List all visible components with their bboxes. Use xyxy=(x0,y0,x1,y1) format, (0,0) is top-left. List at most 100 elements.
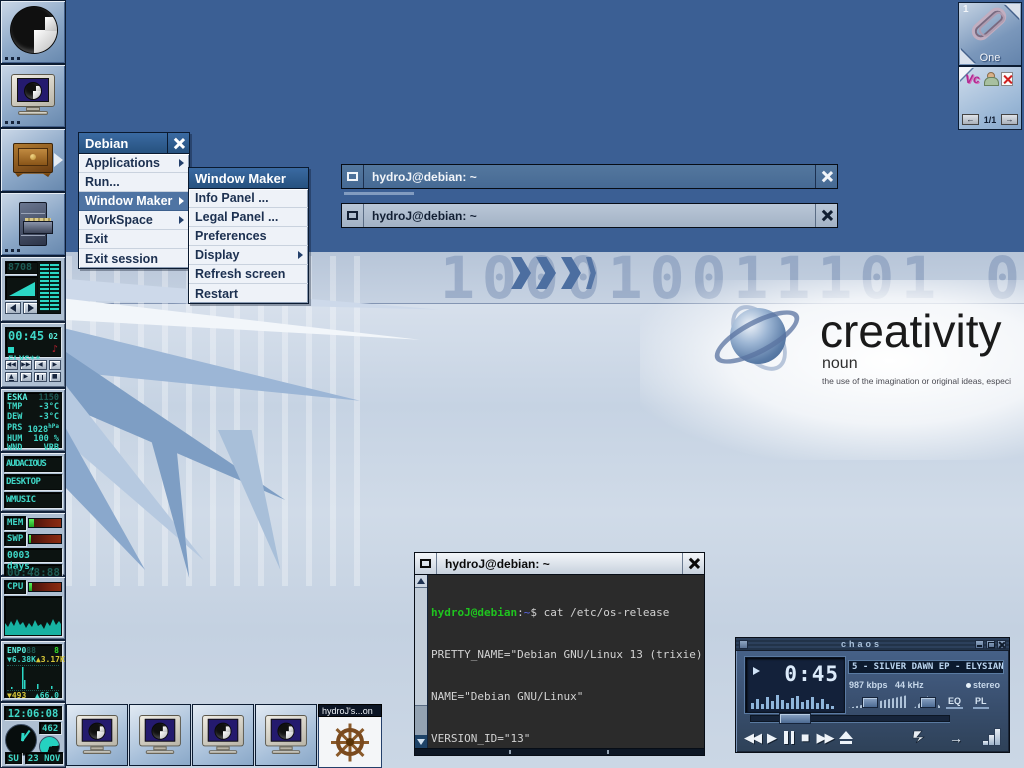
balance-thumb[interactable] xyxy=(920,697,936,708)
close-button[interactable] xyxy=(815,204,837,227)
dockapp-lcd3[interactable]: AUDACIOUS DESKTOP WMUSIC xyxy=(0,452,66,512)
dock-tile-drawer[interactable] xyxy=(0,128,66,192)
root-menu: Debian Applications Run... Window Maker … xyxy=(78,132,190,269)
dock-tile-terminal[interactable] xyxy=(0,64,66,128)
play-button[interactable]: ▶ xyxy=(767,731,777,744)
ship-wheel-icon xyxy=(330,722,370,762)
mini-terminal-icon[interactable] xyxy=(255,704,317,766)
swap-meter xyxy=(28,534,62,544)
arrow-up-icon xyxy=(417,578,425,584)
terminal-body[interactable]: hydroJ@debian:~$ cat /etc/os-release PRE… xyxy=(414,575,705,749)
music-next-button[interactable]: ▶▶ xyxy=(20,360,33,370)
mini-terminal-icon[interactable] xyxy=(192,704,254,766)
music-pause-button[interactable] xyxy=(34,372,47,382)
menu-item-info-panel[interactable]: Info Panel ... xyxy=(189,189,308,208)
mini-terminal-icon[interactable] xyxy=(129,704,191,766)
mini-terminal-icon[interactable] xyxy=(66,704,128,766)
resize-grip-icon[interactable] xyxy=(979,728,1001,746)
media-player: chaos 0:45 5 - SILVER DAWN EP - ELYSIAN … xyxy=(735,637,1010,753)
player-minimize-button[interactable] xyxy=(975,640,984,649)
dockapp-clock[interactable]: 12:06:08 462 SU 23 NOV xyxy=(0,702,66,768)
volume-wedge-icon xyxy=(848,695,908,708)
pause-button[interactable] xyxy=(784,731,794,744)
scroll-up-button[interactable] xyxy=(415,575,427,588)
close-icon xyxy=(821,210,832,221)
menu-item-applications[interactable]: Applications xyxy=(79,154,189,173)
menu-item-display[interactable]: Display xyxy=(189,246,308,265)
mixer-prev-button[interactable] xyxy=(5,302,21,314)
mixer-vu-meter xyxy=(37,261,61,314)
previous-button[interactable]: ◀◀ xyxy=(744,731,760,744)
track-title-marquee[interactable]: 5 - SILVER DAWN EP - ELYSIAN FI xyxy=(848,660,1004,674)
music-rewind-button[interactable]: ◀ xyxy=(34,360,47,370)
workspace-clip[interactable]: 1 One xyxy=(958,2,1022,66)
dockapp-weather[interactable]: ESKA1150 TMP-3°C DEW-3°C PRS1028hPa HUM1… xyxy=(0,388,66,452)
equalizer-button[interactable]: EQ xyxy=(946,696,963,709)
scroll-down-button[interactable] xyxy=(415,735,427,748)
dockapp-net[interactable]: ENP088 8 ▼6.38K ▲3.17K ▼493 ▲66.0 xyxy=(0,640,66,702)
drawer-arrow-icon[interactable] xyxy=(54,153,63,167)
shaded-window-mid[interactable]: hydroJ@debian: ~ xyxy=(341,203,838,228)
player-display[interactable]: 0:45 xyxy=(745,657,845,713)
volume-thumb[interactable] xyxy=(862,697,878,708)
shaded-window-top[interactable]: hydroJ@debian: ~ xyxy=(341,164,838,189)
pager-next-button[interactable]: → xyxy=(1001,114,1018,125)
clip-next-arrow[interactable] xyxy=(1005,4,1020,19)
submenu-titlebar[interactable]: Window Maker xyxy=(189,168,308,189)
player-close-button[interactable] xyxy=(997,640,1006,649)
player-time: 0:45 xyxy=(784,662,839,686)
menu-item-exit[interactable]: Exit xyxy=(79,230,189,249)
dockapp-mixer[interactable]: 8708 xyxy=(0,256,66,322)
player-shade-button[interactable] xyxy=(986,640,995,649)
menu-item-workspace[interactable]: WorkSpace xyxy=(79,211,189,230)
player-titlebar[interactable]: chaos xyxy=(736,638,1009,651)
pager-prev-button[interactable]: ← xyxy=(962,114,979,125)
seek-thumb[interactable] xyxy=(779,713,811,724)
volume-wedge-icon xyxy=(9,282,35,296)
resize-bar[interactable] xyxy=(414,749,705,756)
player-menu-button[interactable] xyxy=(739,640,748,649)
dockapp-sysmon[interactable]: MEM SWP 0003 days, 00:48:88 xyxy=(0,512,66,576)
menu-item-exit-session[interactable]: Exit session xyxy=(79,249,189,268)
close-button[interactable] xyxy=(815,165,837,188)
dockapp-pager[interactable]: Vc ← 1/1 → xyxy=(958,66,1022,130)
volume-slider[interactable] xyxy=(848,695,908,709)
dock-tile-gnustep[interactable] xyxy=(0,0,66,64)
net-ghost: 88 xyxy=(26,646,36,655)
root-menu-titlebar[interactable]: Debian xyxy=(79,133,189,154)
music-play-button[interactable]: ▶ xyxy=(20,372,33,382)
window-maker-submenu: Window Maker Info Panel ... Legal Panel … xyxy=(188,167,309,304)
playlist-button[interactable]: PL xyxy=(973,696,989,709)
music-prev-button[interactable]: ◀◀ xyxy=(5,360,18,370)
close-icon xyxy=(688,558,699,569)
menu-item-window-maker[interactable]: Window Maker xyxy=(79,192,189,211)
menu-item-run[interactable]: Run... xyxy=(79,173,189,192)
terminal-scrollbar[interactable] xyxy=(415,575,428,748)
stop-button[interactable]: ■ xyxy=(801,729,809,745)
shuffle-button[interactable] xyxy=(911,730,927,744)
music-stop-button[interactable]: ■ xyxy=(49,372,62,382)
repeat-button[interactable]: → xyxy=(949,730,963,746)
eject-button[interactable] xyxy=(839,731,853,744)
dockapp-cpu[interactable]: CPU xyxy=(0,576,66,640)
menu-item-preferences[interactable]: Preferences xyxy=(189,227,308,246)
seek-bar[interactable] xyxy=(750,715,950,722)
wallpaper-globe xyxy=(716,298,796,378)
scrollbar-thumb[interactable] xyxy=(415,588,427,706)
music-eject-button[interactable]: ▲ xyxy=(5,372,18,382)
next-button[interactable]: ▶▶ xyxy=(816,731,832,744)
dockapp-music[interactable]: 00:45 02 ♪ ELYS** ◀◀ ▶▶ ◀ ▶ ▲ ▶ ■ xyxy=(0,322,66,388)
mini-window-helm[interactable]: hydroJ's...on xyxy=(318,704,382,768)
miniaturize-button[interactable] xyxy=(342,165,364,188)
root-menu-close-button[interactable] xyxy=(167,133,189,153)
music-forward-button[interactable]: ▶ xyxy=(49,360,62,370)
dock-tile-filecabinet[interactable] xyxy=(0,192,66,256)
menu-item-legal-panel[interactable]: Legal Panel ... xyxy=(189,208,308,227)
close-button[interactable] xyxy=(682,553,704,574)
menu-item-refresh-screen[interactable]: Refresh screen xyxy=(189,265,308,284)
menu-item-restart[interactable]: Restart xyxy=(189,284,308,303)
miniaturize-button[interactable] xyxy=(342,204,364,227)
miniaturize-button[interactable] xyxy=(415,553,437,574)
balance-slider[interactable] xyxy=(914,695,942,709)
terminal-titlebar[interactable]: hydroJ@debian: ~ xyxy=(414,552,705,575)
